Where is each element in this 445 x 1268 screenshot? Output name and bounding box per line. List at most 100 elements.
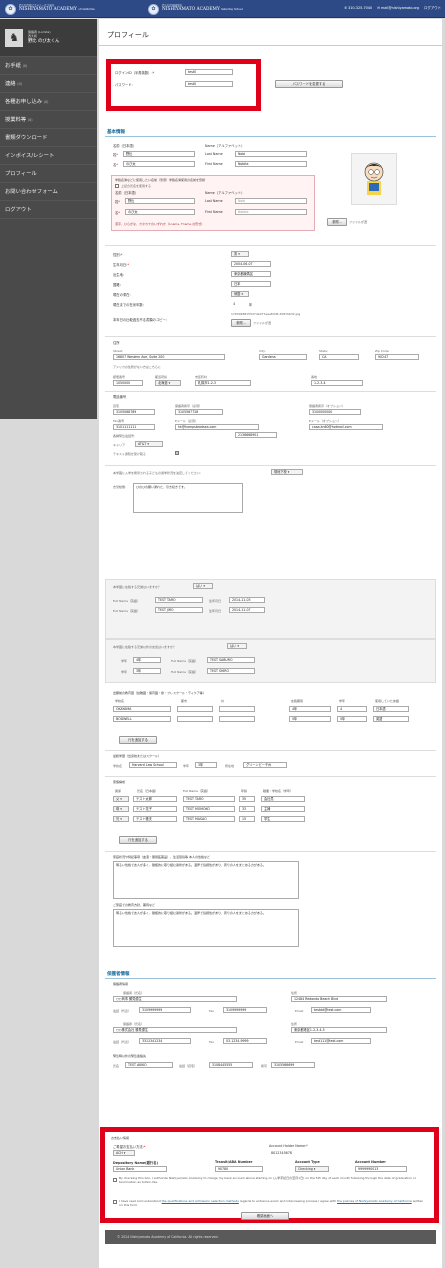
confirm-button[interactable]: 確認画面へ xyxy=(241,1212,289,1220)
school-name-input[interactable]: BODWELL xyxy=(113,716,171,722)
alias-sei-input[interactable]: 野比 xyxy=(125,198,195,204)
school-from-input[interactable]: 4年 xyxy=(289,706,331,712)
alias-first-input[interactable]: Nobita xyxy=(235,209,307,215)
street-input[interactable]: 16807 Western Ave, Suite 200 xyxy=(113,354,225,360)
family-age-input[interactable]: 33 xyxy=(239,806,255,812)
first-name-input[interactable]: Nobita xyxy=(235,161,307,167)
policy-agree-checkbox[interactable] xyxy=(113,1200,117,1204)
guardian1-fax-input[interactable]: 3109999999 xyxy=(223,1007,267,1013)
friend-grade-input[interactable]: 3年 xyxy=(133,668,161,674)
sidebar-item-logout[interactable]: ログアウト xyxy=(0,201,97,219)
sidebar-item-downloads[interactable]: 書類ダウンロード xyxy=(0,129,97,147)
family-job-input[interactable]: 主婦 xyxy=(261,806,305,812)
family-name-jp-input[interactable]: テスト花子 xyxy=(133,806,177,812)
photo-browse-button[interactable]: 参照... xyxy=(327,218,347,226)
text-notify-checkbox[interactable] xyxy=(175,451,179,455)
qualifications-link[interactable]: the qualifications and admission selecti… xyxy=(162,1199,239,1203)
payment-method-select[interactable]: ACH ▾ xyxy=(113,1150,135,1156)
alias-mei-input[interactable]: のび太 xyxy=(125,209,195,215)
current-school-input[interactable]: Harvard Law School xyxy=(129,762,177,768)
school-city-input[interactable] xyxy=(177,706,213,712)
last-name-input[interactable]: Nobi xyxy=(235,151,307,157)
family-name-en-input[interactable]: TEST MASAO xyxy=(183,816,235,822)
password-input[interactable]: test0 xyxy=(185,81,233,87)
reason-textarea[interactable]: ひのひの願い通れた、引き続きです。 xyxy=(133,483,243,513)
siblings-select[interactable]: はい ▾ xyxy=(193,583,213,589)
family-name-en-input[interactable]: TEST MOMOKO xyxy=(183,806,235,812)
policy-textarea[interactable]: 明るい性格で友人が多く、積極的に取り組む姿勢がある。温厚で協調性があり、周りの人… xyxy=(113,909,299,947)
commute-select[interactable]: 現地下校 ▾ xyxy=(271,469,303,475)
family-age-input[interactable]: 15 xyxy=(239,816,255,822)
school-lang-input[interactable]: 日本語 xyxy=(373,706,409,712)
relation-select[interactable]: 母 ▾ xyxy=(113,806,129,812)
character-textarea[interactable]: 明るい性格で友人が多く、積極的に取り組む姿勢がある。温厚で協調性があり、周りの人… xyxy=(113,861,299,899)
guardian2-addr-input[interactable]: 東京都港区1-2-3-4-5 xyxy=(291,1027,387,1033)
policies-link[interactable]: the policies of Nishiyamato Academy of C… xyxy=(337,1199,412,1203)
bank-name-input[interactable]: Union Bank xyxy=(113,1166,167,1172)
family-name-jp-input[interactable]: テスト雅夫 xyxy=(133,816,177,822)
cell2-input[interactable]: 3100000000 xyxy=(309,409,361,415)
school-name-input[interactable]: OKAYAMA xyxy=(113,706,171,712)
email2-input[interactable]: caaa.kn60@hotmail.com xyxy=(309,424,383,430)
friend-grade-input[interactable]: 4年 xyxy=(133,657,161,663)
friend-name-input[interactable]: TEST SHIRO xyxy=(207,668,255,674)
friends-select[interactable]: はい ▾ xyxy=(227,643,247,649)
carrier-select[interactable]: AT&T ▾ xyxy=(135,441,163,447)
school-city-input[interactable] xyxy=(177,716,213,722)
routing-input[interactable]: 90780 xyxy=(215,1166,263,1172)
change-password-button[interactable]: パスワードを変更する xyxy=(275,80,343,88)
home-phone-input[interactable]: 3105068789 xyxy=(113,409,155,415)
guardian1-email-input[interactable]: testdd@test.com xyxy=(311,1007,371,1013)
account-type-select[interactable]: Checking ▾ xyxy=(295,1166,329,1172)
gender-select[interactable]: 男 ▾ xyxy=(231,251,249,257)
mei-input[interactable]: のび太 xyxy=(123,161,195,167)
family-name-jp-input[interactable]: テスト太郎 xyxy=(133,796,177,802)
current-location-input[interactable]: グリーンビーチ州 xyxy=(243,762,287,768)
sidebar-item-profile[interactable]: プロフィール xyxy=(0,165,97,183)
alias-last-input[interactable]: Nobi xyxy=(235,198,307,204)
guardian1-name-input[interactable]: ○○商事 勝見優生 xyxy=(113,996,237,1002)
saturday-school-logo[interactable]: ✿ 西大和学園補習校 NISHIYAMATO ACADEMY Saturday … xyxy=(148,3,243,15)
login-id-input[interactable]: test0 xyxy=(185,69,233,75)
sidebar-item-notices[interactable]: 連絡 (0) xyxy=(0,75,97,93)
family-job-input[interactable]: 会社員 xyxy=(261,796,305,802)
sei-input[interactable]: 野比 xyxy=(123,151,195,157)
fax-input[interactable]: 3101111111 xyxy=(113,424,155,430)
school-to-input[interactable]: 4 xyxy=(337,706,367,712)
school-to-input[interactable]: 5年 xyxy=(337,716,367,722)
sms-input[interactable]: 2136668901 xyxy=(235,432,277,438)
add-school-row-button[interactable]: 行を追加する xyxy=(119,736,157,744)
guardian2-phone-input[interactable]: 3312341234 xyxy=(139,1038,191,1044)
academy-logo[interactable]: ✿ 西大和学園アカデミーオブ米国 NISHIYAMATO ACADEMY of … xyxy=(5,3,95,15)
current-grade-input[interactable]: 3年 xyxy=(195,762,217,768)
emergency-cell-input[interactable]: 3105566699 xyxy=(271,1062,315,1068)
sibling-date-input[interactable]: 2014-11-03 xyxy=(229,597,265,603)
sidebar-item-applications[interactable]: 各種お申し込み (0) xyxy=(0,93,97,111)
emergency-name-input[interactable]: TEST AKIKO xyxy=(125,1062,173,1068)
add-family-row-button[interactable]: 行を追加する xyxy=(119,836,157,844)
dob-input[interactable]: 2004-06-07 xyxy=(231,261,271,267)
postal-input[interactable]: 1050000 xyxy=(113,380,143,386)
school-lang-input[interactable]: 英語 xyxy=(373,716,409,722)
school-state-input[interactable] xyxy=(219,716,255,722)
cell-input[interactable]: 3105567728 xyxy=(175,409,223,415)
sidebar-item-invoices[interactable]: インボイス/レシート xyxy=(0,147,97,165)
school-state-input[interactable] xyxy=(219,706,255,712)
birthplace-input[interactable]: 東京都練馬区 xyxy=(231,271,271,277)
email1-input[interactable]: hk@hampsteadsea.com xyxy=(175,424,259,430)
city-jp-input[interactable]: 札幌市1-2-3 xyxy=(195,380,251,386)
zip-input[interactable]: 90247 xyxy=(375,354,419,360)
header-logout-link[interactable]: ログアウト xyxy=(424,5,441,10)
addr2-input[interactable]: 1-2-3-4 xyxy=(311,380,363,386)
guardian2-name-input[interactable]: ○○株式会社 勝見優生 xyxy=(113,1027,237,1033)
state-input[interactable]: CA xyxy=(319,354,359,360)
account-number-input[interactable]: 9999990013 xyxy=(355,1166,407,1172)
relation-select[interactable]: 兄 ▾ xyxy=(113,816,129,822)
alias-checkbox[interactable] xyxy=(115,184,119,188)
family-age-input[interactable]: 35 xyxy=(239,796,255,802)
family-job-input[interactable]: 学生 xyxy=(261,816,305,822)
sibling-name-input[interactable]: TEST JIRO xyxy=(155,607,203,613)
guardian2-fax-input[interactable]: 03-1234-9999 xyxy=(223,1038,267,1044)
city-input[interactable]: Gardena xyxy=(259,354,307,360)
guardian1-phone-input[interactable]: 3109999999 xyxy=(139,1007,191,1013)
